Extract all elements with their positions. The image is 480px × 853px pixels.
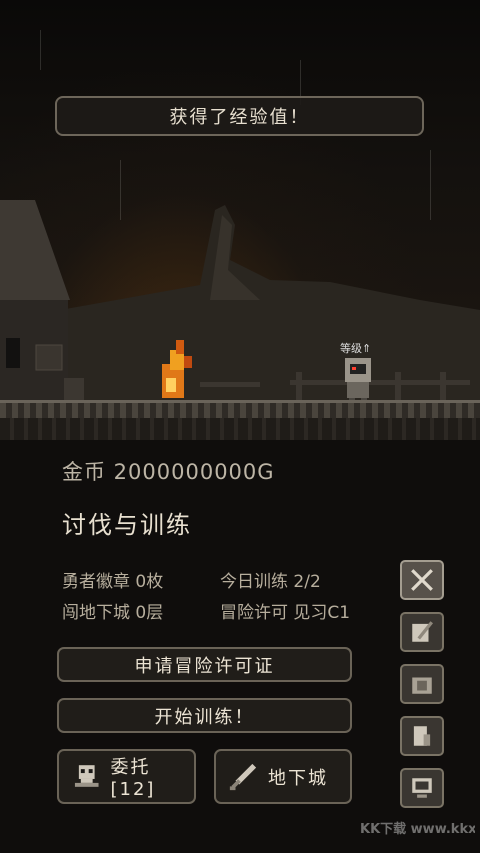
skull-icon (74, 764, 99, 787)
exp-gained-banner: 获得了经验值！ (55, 96, 424, 136)
scroll-icon (413, 726, 431, 746)
daily-training-stat: 今日训练 2/2 (220, 572, 321, 592)
items-menu-button[interactable] (400, 664, 444, 704)
dungeon-floor-stat: 闯地下城 0层 (62, 603, 164, 623)
quill-icon (412, 621, 434, 642)
dungeon-button[interactable]: 地下城 (214, 749, 352, 804)
apply-permit-button[interactable]: 申请冒险许可证 (57, 647, 352, 682)
level-up-tag: 等级⇑ (340, 342, 372, 355)
battle-menu-button[interactable] (400, 560, 444, 600)
ground-stones (0, 418, 480, 440)
hero-badges-stat: 勇者徽章 0枚 (62, 572, 164, 592)
records-menu-button[interactable] (400, 716, 444, 756)
commission-button[interactable]: 委托[12] (57, 749, 196, 804)
game-scene: 等级⇑ (0, 0, 480, 440)
gold-counter: 金币 2000000000G (62, 460, 275, 484)
landscape-art (0, 200, 480, 402)
sword-icon (229, 763, 257, 790)
watermark: KK下载 www.kkx.net (360, 822, 475, 837)
journal-menu-button[interactable] (400, 612, 444, 652)
crossed-swords-icon (411, 569, 433, 591)
start-training-button[interactable]: 开始训练！ (57, 698, 352, 733)
monitor-icon (412, 778, 432, 798)
start-training-label: 开始训练！ (154, 706, 255, 728)
system-menu-button[interactable] (400, 768, 444, 808)
bag-icon (412, 677, 432, 694)
dungeon-label: 地下城 (268, 767, 328, 789)
adventure-permit-stat: 冒险许可 见习C1 (220, 603, 351, 623)
section-title: 讨伐与训练 (62, 511, 192, 539)
apply-permit-label: 申请冒险许可证 (134, 655, 275, 677)
commission-label: 委托[12] (110, 757, 156, 800)
hero-sprite (345, 358, 371, 402)
